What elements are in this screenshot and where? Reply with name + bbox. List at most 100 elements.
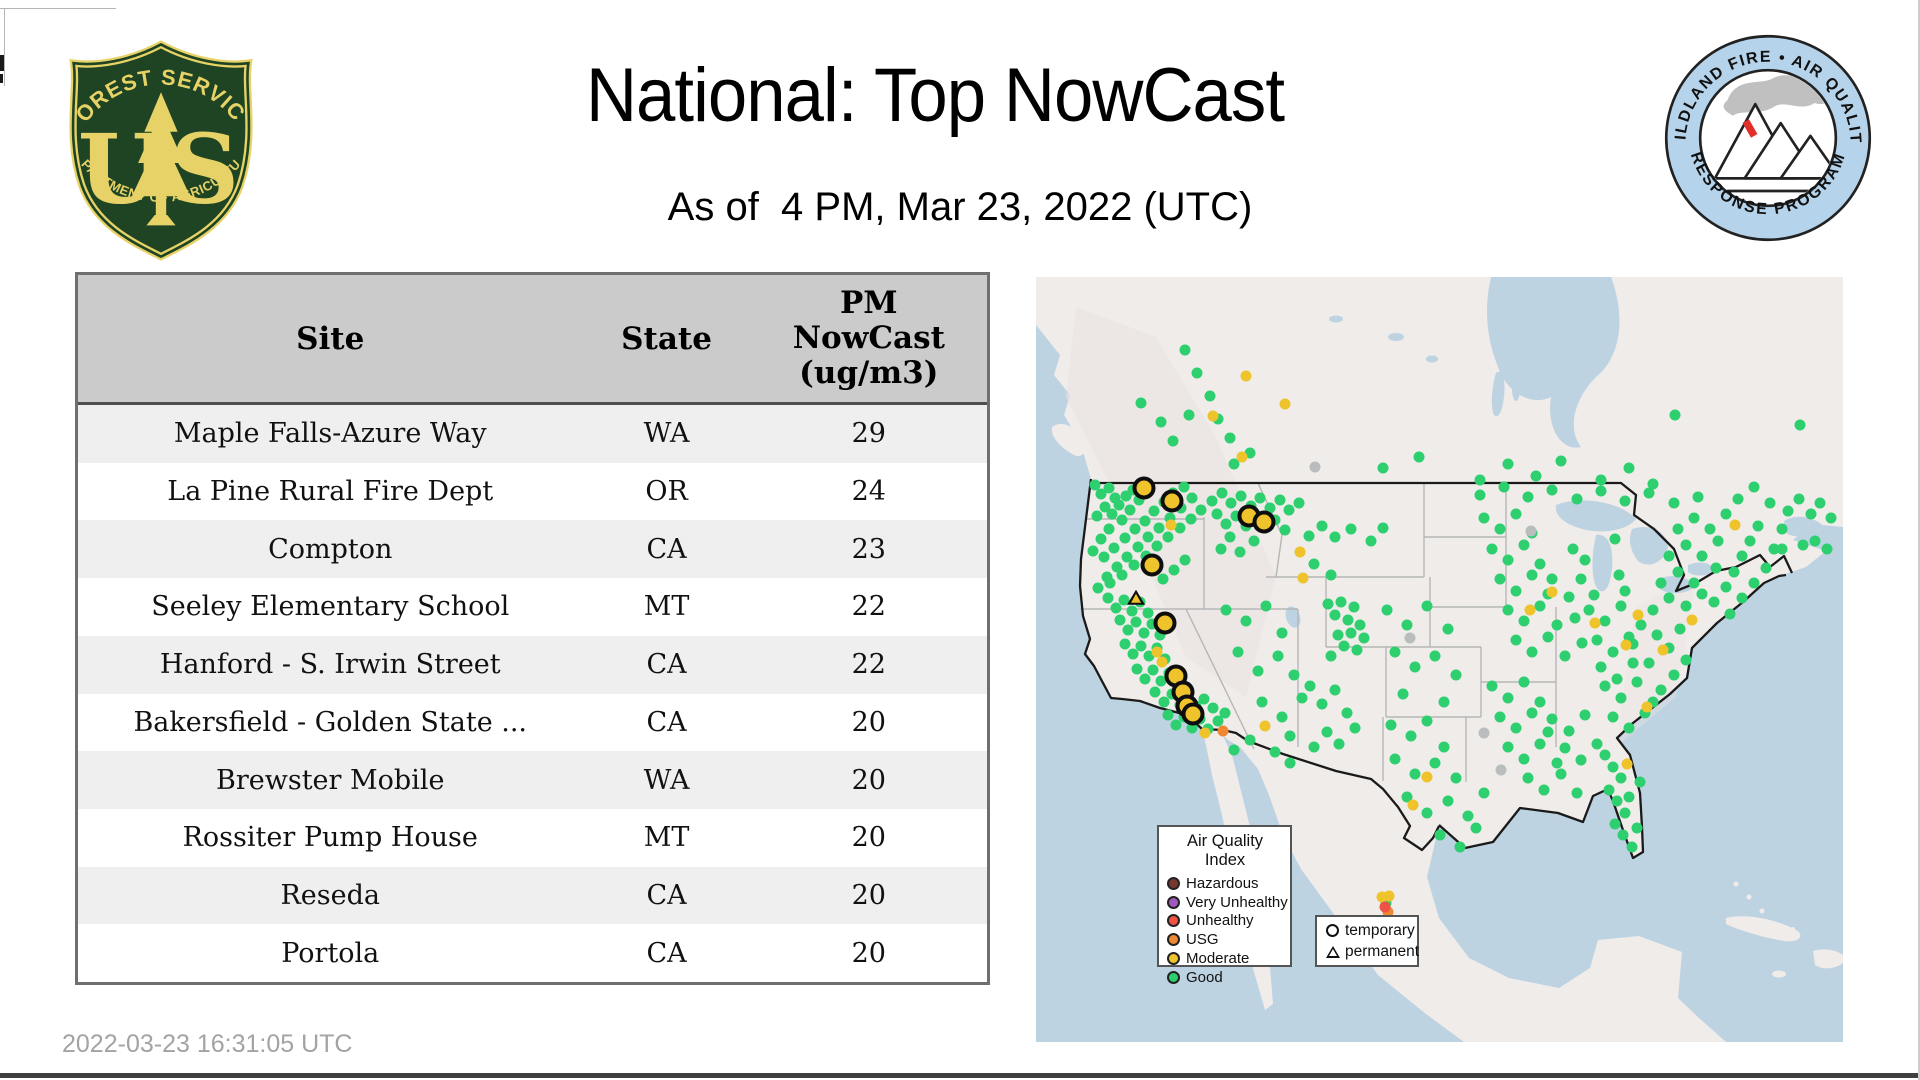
monitor-dot-good bbox=[1224, 432, 1236, 444]
column-header-site: Site bbox=[296, 320, 365, 357]
monitor-dot-good bbox=[1438, 696, 1450, 708]
monitor-dot-good bbox=[1518, 615, 1530, 627]
monitor-dot-good bbox=[1470, 822, 1482, 834]
state-cell: MT bbox=[643, 822, 690, 854]
table-row: Maple Falls-Azure Way WA 29 bbox=[78, 405, 987, 463]
monitor-dot-good bbox=[1397, 688, 1409, 700]
monitor-dot-good bbox=[1092, 582, 1104, 594]
monitor-dot-moderate bbox=[1207, 410, 1219, 422]
monitor-dot-good bbox=[1234, 546, 1246, 558]
monitor-dot-moderate bbox=[1297, 572, 1309, 584]
monitor-dot-good bbox=[1179, 554, 1191, 566]
monitor-dot-good bbox=[1335, 596, 1347, 608]
monitor-dot-good bbox=[1345, 523, 1357, 535]
aqi-legend-label: Very Unhealthy bbox=[1186, 893, 1288, 911]
monitor-dot-good bbox=[1502, 692, 1514, 704]
monitor-dot-good bbox=[1342, 614, 1353, 626]
monitor-dot-good bbox=[1655, 684, 1667, 696]
monitor-dot-good bbox=[1764, 497, 1776, 509]
monitor-dot-good bbox=[1438, 741, 1450, 753]
marker-legend-label: permanent bbox=[1345, 942, 1420, 960]
monitor-dot-good bbox=[1377, 522, 1389, 534]
monitor-dot-good bbox=[1272, 650, 1284, 662]
monitor-dot-good bbox=[1518, 676, 1530, 688]
monitor-dot-good bbox=[1098, 551, 1110, 563]
state-cell: WA bbox=[643, 418, 690, 450]
monitor-dot-good bbox=[1157, 573, 1169, 585]
screen-edge-artifact bbox=[4, 8, 5, 86]
monitor-dot-moderate bbox=[1279, 398, 1291, 410]
site-cell: Compton bbox=[268, 533, 393, 565]
monitor-dot-good bbox=[1224, 531, 1236, 543]
value-cell: 20 bbox=[851, 764, 886, 796]
monitor-dot-good bbox=[1635, 619, 1647, 631]
monitor-dot-good bbox=[1607, 761, 1619, 773]
marker-legend-item: permanent bbox=[1324, 941, 1419, 962]
monitor-dot-good bbox=[1284, 757, 1296, 769]
monitor-dot-good bbox=[1329, 531, 1341, 543]
monitor-dot-good bbox=[1611, 795, 1623, 807]
monitor-dot-good bbox=[1478, 512, 1490, 524]
monitor-dot-good bbox=[1688, 577, 1700, 589]
aqi-legend-item: Very Unhealthy bbox=[1167, 893, 1288, 912]
site-cell: La Pine Rural Fire Dept bbox=[167, 476, 494, 508]
table-row: La Pine Rural Fire Dept OR 24 bbox=[78, 462, 987, 521]
monitor-dot-good bbox=[1183, 409, 1195, 421]
site-cell: Reseda bbox=[280, 879, 380, 911]
monitor-dot-good bbox=[1149, 686, 1161, 698]
monitor-dot-good bbox=[1542, 726, 1554, 738]
monitor-dot-good bbox=[1116, 514, 1128, 525]
monitor-dot-good bbox=[1113, 499, 1125, 511]
monitor-dot-good bbox=[1563, 591, 1575, 603]
monitor-dot-good bbox=[1591, 738, 1603, 750]
column-header-state: State bbox=[621, 320, 712, 357]
monitor-dot-good bbox=[1135, 640, 1147, 652]
monitor-dot-good bbox=[1526, 646, 1538, 658]
monitor-dot-good bbox=[1530, 470, 1542, 482]
monitor-dot-good bbox=[1284, 730, 1296, 742]
monitor-dot-good bbox=[1240, 615, 1252, 627]
value-cell: 20 bbox=[851, 822, 886, 854]
monitor-dot-good bbox=[1114, 614, 1126, 626]
monitor-dot-good bbox=[1474, 474, 1486, 486]
monitor-dot-good bbox=[1559, 650, 1571, 662]
monitor-dot-good bbox=[1087, 545, 1099, 557]
monitor-dot-good bbox=[1215, 543, 1227, 555]
monitor-dot-good bbox=[1518, 539, 1530, 551]
temporary-site-marker bbox=[1252, 510, 1276, 534]
monitor-dot-good bbox=[1269, 746, 1281, 758]
aqi-legend-item: Good bbox=[1167, 968, 1283, 987]
table-row: Seeley Elementary School MT 22 bbox=[78, 578, 987, 636]
value-cell: 22 bbox=[851, 591, 886, 623]
monitor-dot-good bbox=[1555, 768, 1567, 780]
monitor-dot-good bbox=[1421, 807, 1433, 818]
monitor-dot-good bbox=[1254, 492, 1266, 504]
monitor-dot-good bbox=[1680, 600, 1692, 612]
monitor-dot-good bbox=[1647, 604, 1659, 616]
monitor-dot-moderate bbox=[1657, 644, 1669, 656]
monitor-dot-good bbox=[1663, 592, 1675, 604]
moderate-swatch-icon bbox=[1167, 952, 1180, 966]
monitor-dot-good bbox=[1206, 495, 1218, 507]
monitor-dot-good bbox=[1303, 530, 1315, 542]
monitor-dot-good bbox=[1595, 474, 1607, 486]
monitor-dot-good bbox=[1748, 481, 1760, 493]
screen-edge-artifact bbox=[0, 74, 3, 83]
good-swatch-icon bbox=[1167, 970, 1180, 984]
monitor-dot-good bbox=[1571, 493, 1583, 505]
monitor-dot-good bbox=[1228, 744, 1240, 756]
monitor-dot-good bbox=[1442, 623, 1454, 635]
report-slide: FOREST SERVICE DEPARTMENT OF AGRICULTURE… bbox=[0, 0, 1920, 1080]
monitor-dot-good bbox=[1148, 505, 1160, 517]
monitor-dot-good bbox=[1389, 753, 1401, 765]
aqi-legend-item: Unhealthy bbox=[1167, 912, 1283, 931]
table-row: Bakersfield - Golden State ... CA 20 bbox=[78, 693, 987, 752]
monitor-dot-good bbox=[1103, 523, 1115, 535]
monitor-dot-good bbox=[1162, 709, 1174, 721]
monitor-dot-good bbox=[1736, 592, 1748, 604]
very_unhealthy-swatch-icon bbox=[1167, 895, 1180, 909]
aqi-map: Air Quality Index Hazardous Very Unhealth… bbox=[1036, 277, 1843, 1042]
value-cell: 29 bbox=[851, 418, 886, 450]
monitor-dot-good bbox=[1680, 539, 1692, 551]
bottom-divider bbox=[0, 1073, 1920, 1078]
